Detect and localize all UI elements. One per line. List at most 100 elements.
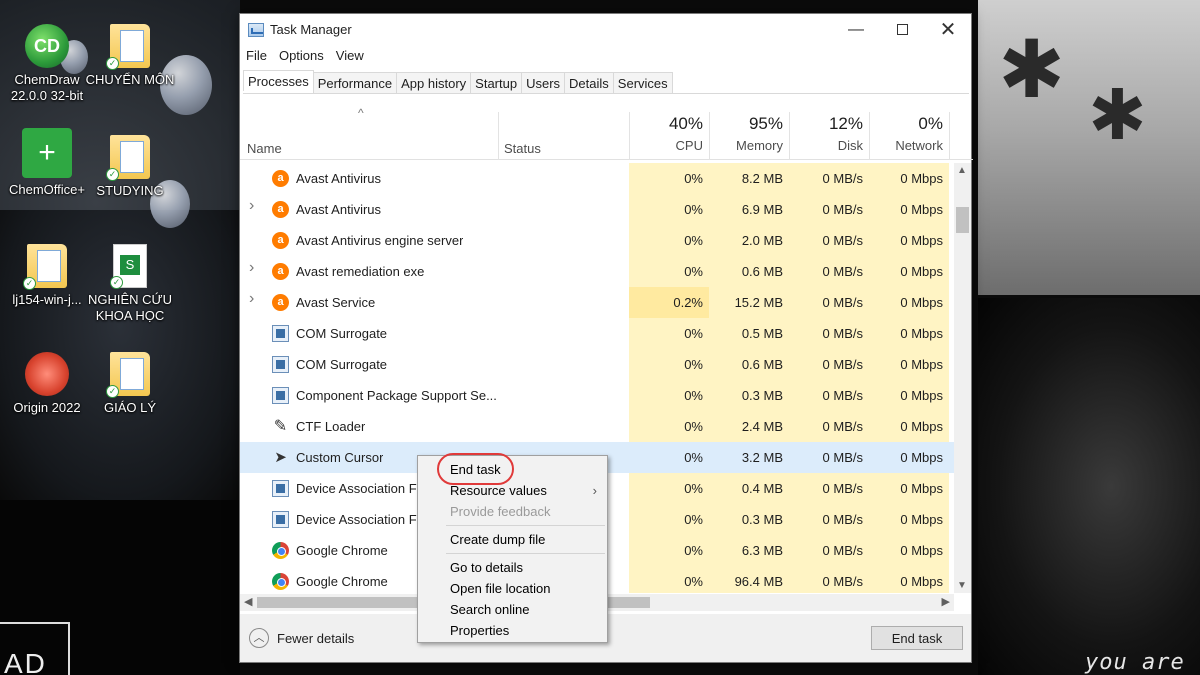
spreadsheet-icon: ✓ bbox=[110, 244, 147, 289]
folder-icon: ✓ bbox=[106, 24, 150, 70]
expand-chevron-icon[interactable]: › bbox=[249, 290, 254, 308]
tab-startup[interactable]: Startup bbox=[470, 72, 523, 93]
context-menu-item-label: Resource values bbox=[450, 483, 547, 498]
column-header-network[interactable]: 0% Network bbox=[869, 114, 943, 153]
tab-users[interactable]: Users bbox=[521, 72, 566, 93]
table-row[interactable]: COM Surrogate 0% 0.6 MB 0 MB/s 0 Mbps bbox=[240, 349, 954, 380]
process-name: Avast remediation exe bbox=[296, 264, 425, 279]
table-row[interactable]: ✎ CTF Loader 0% 2.4 MB 0 MB/s 0 Mbps bbox=[240, 411, 954, 442]
desktop-icon-label: Origin 2022 bbox=[13, 400, 81, 415]
table-row[interactable]: a Avast Antivirus engine server 0% 2.0 MB 0 … bbox=[240, 225, 954, 256]
wallpaper-palm-panel: ✱ ✱ bbox=[978, 0, 1200, 295]
column-header-name[interactable]: Name bbox=[247, 141, 282, 156]
disk-cell: 0 MB/s bbox=[789, 163, 869, 194]
scroll-left-icon[interactable]: ◀ bbox=[244, 595, 252, 608]
process-name: Component Package Support Se... bbox=[296, 388, 496, 403]
scroll-up-icon[interactable]: ▲ bbox=[957, 165, 967, 176]
chemdraw-icon: CD bbox=[25, 24, 69, 68]
column-separator[interactable] bbox=[949, 112, 950, 160]
tab-services[interactable]: Services bbox=[612, 72, 673, 93]
process-name: Custom Cursor bbox=[296, 450, 384, 465]
table-row[interactable]: a Avast Antivirus 0% 8.2 MB 0 MB/s 0 Mbps bbox=[240, 163, 954, 194]
process-name: Avast Antivirus bbox=[296, 171, 382, 186]
desktop-icon-label: CHUYỂN MÔN bbox=[85, 72, 175, 87]
context-menu-item-label: Open file location bbox=[450, 581, 551, 596]
scroll-down-icon[interactable]: ▼ bbox=[957, 580, 967, 591]
table-row[interactable]: › a Avast Service 0.2% 15.2 MB 0 MB/s 0 Mbps bbox=[240, 287, 954, 318]
context-menu-item-search-online[interactable]: Search online bbox=[418, 599, 607, 620]
column-header-disk[interactable]: 12% Disk bbox=[789, 114, 863, 153]
desktop-icon-giao-ly[interactable]: ✓ GIÁO LÝ bbox=[85, 352, 175, 416]
sort-caret-icon: ^ bbox=[358, 106, 364, 120]
table-row[interactable]: COM Surrogate 0% 0.5 MB 0 MB/s 0 Mbps bbox=[240, 318, 954, 349]
fewer-details-link[interactable]: Fewer details bbox=[277, 631, 354, 646]
minimize-button[interactable]: — bbox=[833, 14, 879, 45]
chevron-up-icon[interactable]: ︿ bbox=[249, 628, 269, 648]
vertical-scroll-thumb[interactable] bbox=[956, 207, 969, 233]
context-menu-item-provide-feedback: Provide feedback bbox=[418, 501, 607, 522]
maximize-button[interactable] bbox=[879, 14, 925, 45]
table-row[interactable]: › a Avast Antivirus 0% 6.9 MB 0 MB/s 0 Mbps bbox=[240, 194, 954, 225]
column-header-status[interactable]: Status bbox=[504, 141, 541, 156]
desktop-icon-lj154[interactable]: ✓ lj154-win-j... bbox=[2, 244, 92, 308]
title-bar[interactable]: Task Manager — ✕ bbox=[240, 14, 971, 45]
ctf-loader-icon: ✎ bbox=[273, 418, 288, 435]
cpu-cell: 0% bbox=[684, 450, 703, 465]
system-process-icon bbox=[272, 356, 289, 373]
tab-app-history[interactable]: App history bbox=[396, 72, 472, 93]
scroll-right-icon[interactable]: ▶ bbox=[942, 595, 950, 608]
menu-options[interactable]: Options bbox=[273, 46, 330, 68]
menu-file[interactable]: File bbox=[240, 46, 273, 68]
context-menu-item-create-dump-file[interactable]: Create dump file bbox=[418, 529, 607, 550]
avast-icon: a bbox=[272, 263, 289, 280]
desktop-icon-chemdraw[interactable]: CD ChemDraw 22.0.0 32-bit bbox=[2, 24, 92, 104]
memory-cell: 3.2 MB bbox=[741, 450, 783, 465]
menu-view[interactable]: View bbox=[330, 46, 370, 68]
table-row[interactable]: › a Avast remediation exe 0% 0.6 MB 0 MB/s 0 M… bbox=[240, 256, 954, 287]
disk-cell: 0 MB/s bbox=[789, 411, 869, 442]
table-row[interactable]: Component Package Support Se... 0% 0.3 MB 0… bbox=[240, 380, 954, 411]
tab-processes[interactable]: Processes bbox=[243, 70, 314, 91]
avast-icon: a bbox=[272, 232, 289, 249]
desktop-icon-studying[interactable]: ✓ STUDYING bbox=[85, 135, 175, 199]
column-header-cpu[interactable]: 40% CPU bbox=[629, 114, 703, 153]
cpu-label: CPU bbox=[675, 138, 703, 153]
context-menu-item-properties[interactable]: Properties bbox=[418, 620, 607, 641]
column-separator[interactable] bbox=[498, 112, 499, 160]
desktop-icon-chemoffice[interactable]: + ChemOffice+ bbox=[2, 128, 92, 198]
cpu-cell: 0% bbox=[629, 380, 709, 411]
menu-separator bbox=[446, 525, 605, 526]
desktop-icon-chuyen-mon[interactable]: ✓ CHUYỂN MÔN bbox=[85, 24, 175, 88]
cpu-cell: 0% bbox=[629, 318, 709, 349]
context-menu-item-open-file-location[interactable]: Open file location bbox=[418, 578, 607, 599]
desktop-icon-label: GIÁO LÝ bbox=[103, 400, 157, 415]
close-button[interactable]: ✕ bbox=[925, 14, 971, 45]
avast-icon: a bbox=[272, 170, 289, 187]
network-cell: 0 Mbps bbox=[869, 473, 949, 504]
expand-chevron-icon[interactable]: › bbox=[249, 259, 254, 277]
context-menu-item-label: Create dump file bbox=[450, 532, 546, 547]
process-name: Google Chrome bbox=[296, 543, 388, 558]
desktop-icon-label: STUDYING bbox=[96, 183, 164, 198]
wallpaper-text: you are r bbox=[1085, 650, 1185, 675]
end-task-button[interactable]: End task bbox=[871, 626, 963, 650]
vertical-scrollbar[interactable]: ▲ ▼ bbox=[954, 163, 971, 593]
memory-cell: 96.4 MB bbox=[709, 566, 789, 593]
network-cell: 0 Mbps bbox=[869, 225, 949, 256]
memory-cell: 0.3 MB bbox=[709, 380, 789, 411]
tab-details[interactable]: Details bbox=[564, 72, 614, 93]
desktop-icon-label: ChemOffice+ bbox=[9, 182, 85, 197]
network-cell: 0 Mbps bbox=[869, 194, 949, 225]
tab-performance[interactable]: Performance bbox=[312, 72, 398, 93]
cpu-cell: 0% bbox=[629, 566, 709, 593]
context-menu-item-go-to-details[interactable]: Go to details bbox=[418, 557, 607, 578]
desktop-icon-nghien-cuu[interactable]: ✓ NGHIÊN CỨU KHOA HỌC bbox=[85, 244, 175, 324]
sync-check-icon: ✓ bbox=[106, 57, 119, 70]
expand-chevron-icon[interactable]: › bbox=[249, 197, 254, 215]
disk-cell: 0 MB/s bbox=[789, 473, 869, 504]
desktop-icon-origin[interactable]: Origin 2022 bbox=[2, 352, 92, 416]
context-menu-item-label: Properties bbox=[450, 623, 510, 638]
context-menu-item-label: Provide feedback bbox=[450, 504, 551, 519]
memory-cell: 0.5 MB bbox=[709, 318, 789, 349]
column-header-memory[interactable]: 95% Memory bbox=[709, 114, 783, 153]
